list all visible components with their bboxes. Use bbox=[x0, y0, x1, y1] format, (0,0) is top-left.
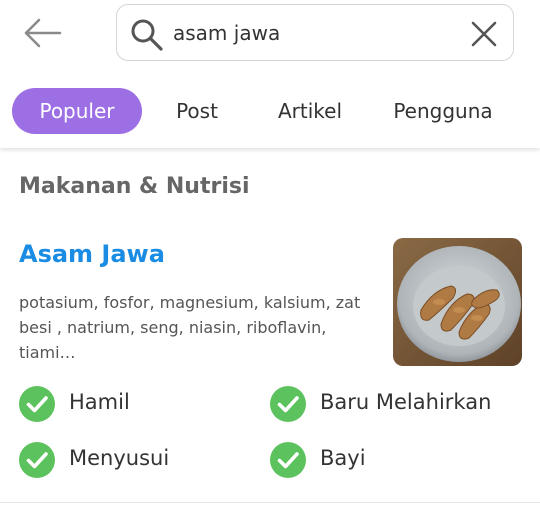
status-label: Hamil bbox=[69, 390, 130, 414]
tab-artikel[interactable]: Artikel bbox=[262, 88, 358, 134]
status-label: Baru Melahirkan bbox=[320, 390, 492, 414]
section-title: Makanan & Nutrisi bbox=[19, 174, 250, 199]
close-icon bbox=[471, 21, 497, 47]
check-circle-icon bbox=[270, 442, 306, 478]
tamarind-photo[interactable] bbox=[393, 238, 522, 366]
divider bbox=[0, 502, 540, 503]
tab-pengguna[interactable]: Pengguna bbox=[382, 88, 504, 134]
result-title-link[interactable]: Asam Jawa bbox=[19, 240, 165, 268]
result-description: potasium, fosfor, magnesium, kalsium, za… bbox=[19, 293, 361, 362]
clear-search-button[interactable] bbox=[469, 19, 499, 49]
arrow-left-icon bbox=[24, 18, 62, 48]
tab-bar: Populer Post Artikel Pengguna bbox=[0, 88, 540, 136]
search-input[interactable] bbox=[173, 15, 453, 51]
check-circle-icon bbox=[270, 386, 306, 422]
status-label: Bayi bbox=[320, 446, 366, 470]
check-circle-icon bbox=[19, 386, 55, 422]
tab-post[interactable]: Post bbox=[160, 88, 234, 134]
search-box bbox=[116, 4, 514, 61]
top-bar: Populer Post Artikel Pengguna bbox=[0, 0, 540, 148]
search-icon bbox=[131, 19, 163, 51]
tab-populer[interactable]: Populer bbox=[12, 88, 142, 134]
status-label: Menyusui bbox=[69, 446, 170, 470]
check-circle-icon bbox=[19, 442, 55, 478]
back-button[interactable] bbox=[22, 16, 64, 50]
